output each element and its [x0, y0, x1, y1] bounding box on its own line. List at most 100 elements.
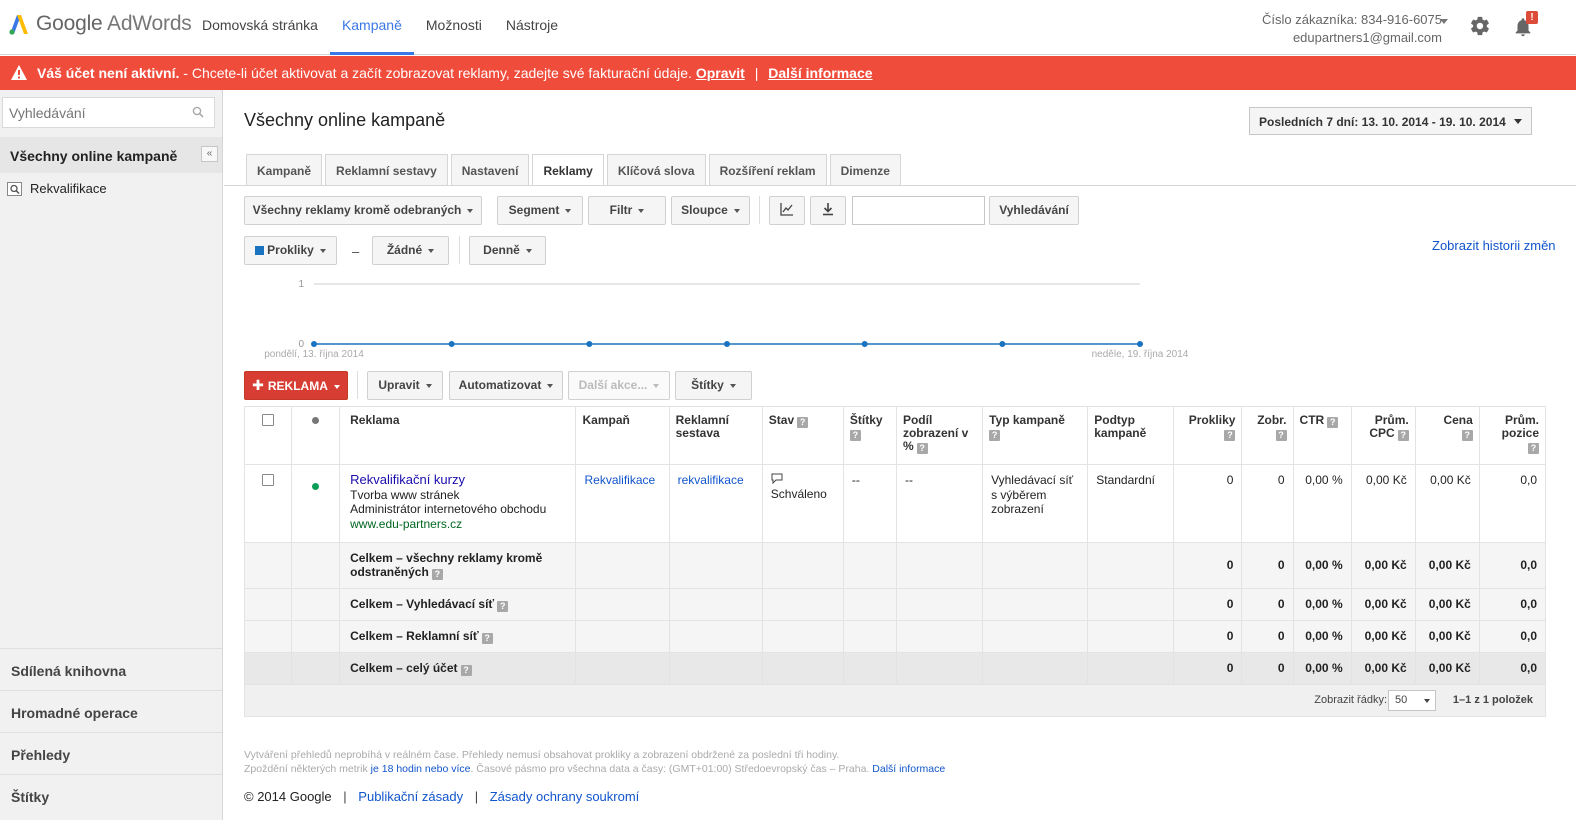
row-cost-cell: 0,00 Kč — [1414, 464, 1480, 543]
header-cost[interactable]: Cena? — [1414, 406, 1480, 465]
segment-dropdown[interactable]: Segment — [497, 196, 583, 225]
row-impressions-cell: 0 — [1241, 464, 1294, 543]
chevron-down-icon — [547, 383, 554, 388]
help-icon: ? — [1224, 430, 1236, 441]
ad-cell: Rekvalifikační kurzy Tvorba www stránek … — [339, 464, 577, 543]
sidebar-all-campaigns[interactable]: Všechny online kampaně — [0, 137, 222, 173]
help-icon: ? — [797, 417, 809, 428]
metric2-dropdown[interactable]: Žádné — [372, 236, 449, 265]
ads-search-input[interactable] — [852, 196, 985, 225]
tab-campaigns[interactable]: Kampaně — [246, 154, 323, 185]
filter-dropdown[interactable]: Filtr — [588, 196, 666, 225]
header-ad[interactable]: Reklama — [339, 406, 577, 465]
account-caret-icon[interactable] — [1440, 19, 1448, 24]
adwords-logo[interactable]: Google AdWords — [8, 12, 192, 36]
total-impressions: 0 — [1241, 652, 1294, 685]
sidebar-bulk-operations[interactable]: Hromadné operace — [0, 690, 222, 732]
nav-campaigns[interactable]: Kampaně — [329, 0, 414, 55]
total-row-display-network: Celkem – Reklamní síť? 0 0 0,00 % 0,00 K… — [243, 620, 1547, 653]
ad-filter-dropdown[interactable]: Všechny reklamy kromě odebraných — [244, 196, 482, 225]
row-labels-cell: -- — [842, 464, 897, 543]
rows-per-page-select[interactable]: 50 — [1388, 690, 1436, 711]
columns-dropdown[interactable]: Sloupce — [671, 196, 750, 225]
total-cost: 0,00 Kč — [1414, 620, 1480, 653]
header-campaign[interactable]: Kampaň — [575, 406, 670, 465]
chevron-down-icon — [565, 208, 572, 213]
download-button[interactable] — [810, 196, 846, 225]
data-point — [724, 341, 730, 347]
row-ctr-cell: 0,00 % — [1292, 464, 1352, 543]
period-dropdown[interactable]: Denně — [469, 236, 546, 265]
tab-ad-groups[interactable]: Reklamní sestavy — [325, 154, 448, 185]
tab-keywords[interactable]: Klíčová slova — [606, 154, 706, 185]
account-info[interactable]: Číslo zákazníka: 834-916-6075 edupartner… — [1262, 11, 1442, 47]
privacy-policy-link[interactable]: Zásady ochrany soukromí — [490, 789, 640, 804]
campaign-link[interactable]: Rekvalifikace — [584, 473, 655, 487]
chart-toggle-button[interactable] — [769, 196, 805, 225]
tab-ads[interactable]: Reklamy — [532, 154, 604, 186]
nav-opportunities[interactable]: Možnosti — [414, 0, 494, 55]
tab-ad-extensions[interactable]: Rozšíření reklam — [708, 154, 827, 185]
notifications-button[interactable]: ! — [1512, 11, 1538, 39]
nav-tools[interactable]: Nástroje — [494, 0, 570, 55]
header-avg-position[interactable]: Prům. pozice? — [1478, 406, 1547, 465]
more-info-link[interactable]: Další informace — [872, 763, 945, 775]
add-ad-button[interactable]: ✚ REKLAMA — [244, 371, 348, 400]
alert-fix-link[interactable]: Opravit — [696, 65, 745, 81]
date-range-selector[interactable]: Posledních 7 dní: 13. 10. 2014 - 19. 10.… — [1249, 107, 1532, 135]
tab-settings[interactable]: Nastavení — [450, 154, 530, 185]
note-line-2: Zpoždění některých metrik je 18 hodin ne… — [244, 763, 946, 775]
tab-dimensions[interactable]: Dimenze — [829, 154, 901, 185]
help-icon: ? — [989, 430, 1001, 441]
plus-icon: ✚ — [252, 377, 264, 393]
row-checkbox[interactable] — [262, 474, 275, 486]
sidebar-labels[interactable]: Štítky — [0, 774, 222, 816]
header-ad-group[interactable]: Reklamní sestava — [668, 406, 763, 465]
search-button[interactable]: Vyhledávání — [989, 196, 1079, 225]
publishing-policy-link[interactable]: Publikační zásady — [358, 789, 463, 804]
header-avg-cpc[interactable]: Prům. CPC? — [1350, 406, 1416, 465]
delay-info-link[interactable]: je 18 hodin nebo více — [371, 763, 471, 775]
row-checkbox-cell[interactable] — [243, 464, 293, 543]
speech-bubble-icon[interactable] — [771, 473, 783, 485]
more-actions-dropdown[interactable]: Další akce... — [568, 371, 670, 400]
ad-group-link[interactable]: rekvalifikace — [678, 473, 744, 487]
total-row-search-network: Celkem – Vyhledávací síť? 0 0 0,00 % 0,0… — [243, 588, 1547, 621]
select-all-checkbox-cell[interactable] — [243, 406, 293, 465]
change-history-link[interactable]: Zobrazit historii změn — [1432, 238, 1556, 253]
sidebar-shared-library[interactable]: Sdílená knihovna — [0, 648, 222, 690]
chevron-down-icon — [1424, 699, 1430, 703]
data-point — [999, 341, 1006, 347]
collapse-sidebar-button[interactable]: « — [201, 146, 218, 162]
help-icon: ? — [1397, 430, 1409, 441]
ad-headline-link[interactable]: Rekvalifikační kurzy — [350, 472, 567, 488]
select-all-checkbox[interactable] — [262, 414, 275, 426]
total-position: 0,0 — [1478, 620, 1547, 653]
search-icon[interactable] — [192, 106, 204, 118]
header-campaign-type[interactable]: Typ kampaně? — [982, 406, 1089, 465]
total-label: Celkem – všechny reklamy kromě odstraněn… — [339, 542, 577, 589]
metric-separator: – — [352, 244, 360, 259]
top-navigation: Domovská stránka Kampaně Možnosti Nástro… — [190, 0, 570, 55]
row-status-text-cell: Schváleno — [761, 464, 844, 543]
sidebar-search-input[interactable] — [2, 97, 215, 128]
header-impression-share[interactable]: Podíl zobrazení v%? — [895, 406, 984, 465]
header-labels[interactable]: Štítky? — [842, 406, 897, 465]
header-impressions[interactable]: Zobr.? — [1241, 406, 1294, 465]
edit-dropdown[interactable]: Upravit — [367, 371, 443, 400]
chevron-down-icon — [333, 384, 340, 389]
automate-dropdown[interactable]: Automatizovat — [449, 371, 563, 400]
header-ctr[interactable]: CTR? — [1292, 406, 1352, 465]
row-cpc-cell: 0,00 Kč — [1350, 464, 1416, 543]
sidebar-item-campaign[interactable]: Rekvalifikace — [7, 181, 107, 196]
alert-more-info-link[interactable]: Další informace — [768, 65, 872, 81]
header-status[interactable]: Stav? — [761, 406, 844, 465]
nav-home[interactable]: Domovská stránka — [190, 0, 330, 55]
sidebar-reports[interactable]: Přehledy — [0, 732, 222, 774]
header-campaign-subtype[interactable]: Podtyp kampaně — [1087, 406, 1175, 465]
gear-icon[interactable] — [1469, 15, 1491, 37]
total-cost: 0,00 Kč — [1414, 588, 1480, 621]
header-clicks[interactable]: Prokliky? — [1173, 406, 1243, 465]
labels-dropdown[interactable]: Štítky — [675, 371, 752, 400]
metric1-dropdown[interactable]: Prokliky — [244, 236, 337, 265]
